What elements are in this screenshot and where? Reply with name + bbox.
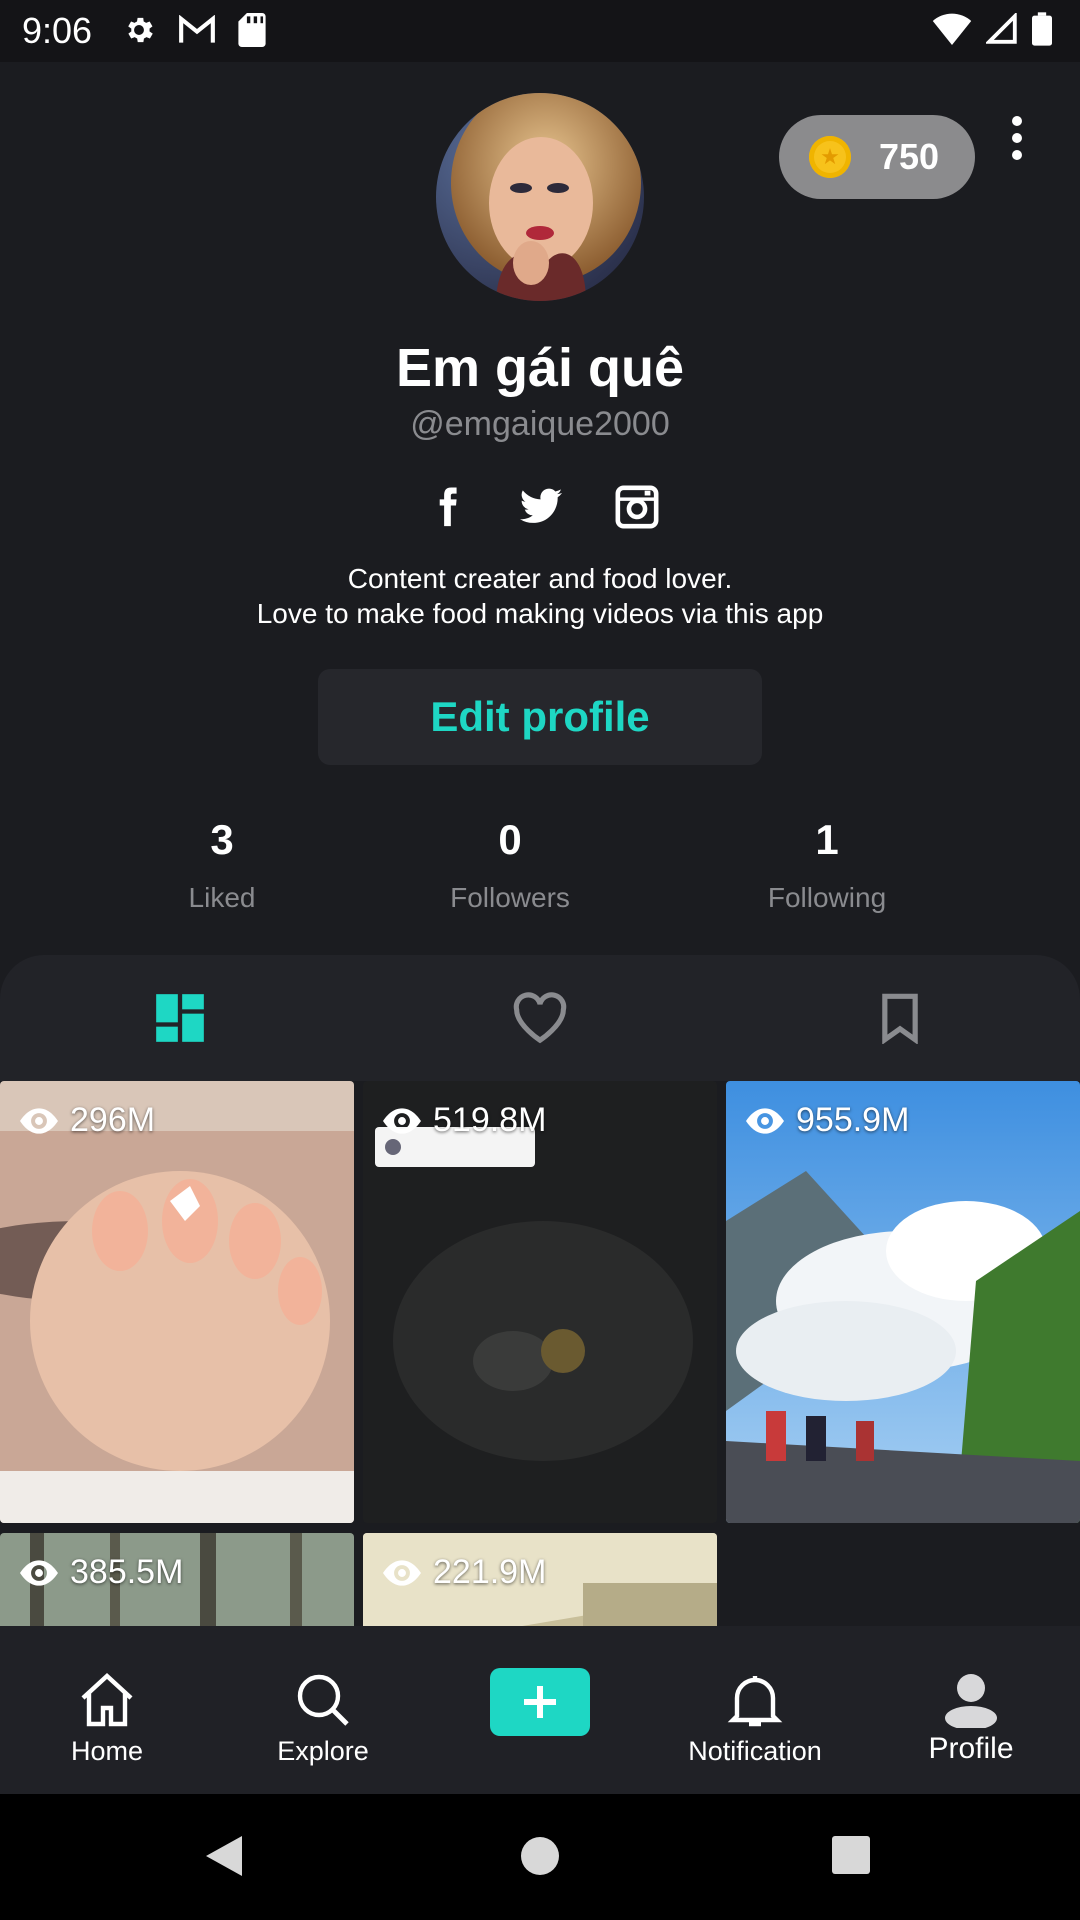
instagram-icon[interactable] bbox=[614, 484, 660, 530]
video-grid: 296M 519.8M 955.9M 385.5M 221.9M bbox=[0, 1081, 1080, 1626]
tab-saved[interactable] bbox=[870, 988, 930, 1048]
view-count-text: 955.9M bbox=[796, 1101, 910, 1139]
bio-line-1: Content creater and food lover. bbox=[347, 563, 733, 594]
eye-icon bbox=[383, 1559, 421, 1586]
stat-value: 3 bbox=[210, 816, 234, 863]
profile-bio: Content creater and food lover. Love to … bbox=[0, 561, 1080, 631]
settings-icon bbox=[128, 17, 153, 43]
stat-label: Liked bbox=[188, 882, 256, 913]
stat-value: 1 bbox=[815, 816, 839, 863]
eye-icon bbox=[20, 1559, 58, 1586]
video-thumbnail[interactable]: 519.8M bbox=[363, 1081, 717, 1523]
nav-home-label: Home bbox=[70, 1736, 144, 1766]
profile-handle: @emgaique2000 bbox=[410, 405, 670, 443]
facebook-icon[interactable] bbox=[424, 484, 470, 530]
nav-profile[interactable]: Profile bbox=[871, 1626, 1071, 1794]
coin-balance-button[interactable]: ★ 750 bbox=[779, 115, 975, 199]
tab-videos[interactable] bbox=[150, 988, 210, 1048]
bell-icon bbox=[727, 1676, 783, 1727]
home-icon bbox=[81, 1673, 133, 1727]
view-count-text: 221.9M bbox=[433, 1553, 547, 1591]
sd-card-icon bbox=[238, 13, 266, 47]
wifi-icon bbox=[932, 13, 972, 45]
nav-explore-label: Explore bbox=[277, 1736, 369, 1766]
home-circle-icon[interactable] bbox=[520, 1836, 560, 1876]
stat-followers[interactable]: 0 Followers bbox=[380, 814, 640, 914]
status-time: 9:06 bbox=[22, 10, 93, 51]
create-video-button[interactable] bbox=[490, 1668, 590, 1736]
nav-notification[interactable]: Notification bbox=[655, 1626, 855, 1794]
view-count-text: 296M bbox=[70, 1101, 156, 1139]
bookmark-icon bbox=[882, 993, 918, 1044]
battery-icon bbox=[1032, 12, 1052, 46]
view-count: 296M bbox=[20, 1101, 155, 1140]
signal-icon bbox=[986, 13, 1017, 44]
grid-icon bbox=[156, 994, 204, 1042]
search-icon bbox=[297, 1674, 349, 1726]
nav-profile-label: Profile bbox=[928, 1732, 1014, 1765]
bio-line-2: Love to make food making videos via this… bbox=[256, 598, 824, 629]
view-count: 221.9M bbox=[383, 1553, 546, 1592]
nav-home[interactable]: Home bbox=[7, 1626, 207, 1794]
stat-label: Following bbox=[767, 882, 887, 913]
nav-explore[interactable]: Explore bbox=[223, 1626, 423, 1794]
profile-name: Em gái quê bbox=[395, 338, 685, 398]
video-thumbnail[interactable]: 955.9M bbox=[726, 1081, 1080, 1523]
view-count: 385.5M bbox=[20, 1553, 183, 1592]
heart-icon bbox=[513, 992, 567, 1044]
status-bar: 9:06 bbox=[0, 0, 1080, 62]
edit-profile-button[interactable]: Edit profile bbox=[318, 669, 762, 765]
profile-icon bbox=[945, 1674, 997, 1728]
stat-following[interactable]: 1 Following bbox=[697, 814, 957, 914]
gmail-icon bbox=[179, 15, 215, 43]
video-thumbnail[interactable]: 221.9M bbox=[363, 1533, 717, 1626]
social-links bbox=[420, 484, 660, 534]
coin-icon: ★ bbox=[809, 136, 851, 178]
more-options-icon[interactable] bbox=[1004, 115, 1030, 161]
recents-icon[interactable] bbox=[832, 1836, 870, 1874]
twitter-icon[interactable] bbox=[518, 484, 564, 530]
eye-icon bbox=[383, 1107, 421, 1134]
stat-value: 0 bbox=[498, 816, 522, 863]
stat-label: Followers bbox=[450, 882, 570, 913]
eye-icon bbox=[746, 1107, 784, 1134]
video-thumbnail[interactable]: 296M bbox=[0, 1081, 354, 1523]
avatar[interactable] bbox=[436, 93, 644, 301]
plus-icon bbox=[524, 1686, 556, 1718]
coin-value: 750 bbox=[879, 136, 940, 177]
stat-liked[interactable]: 3 Liked bbox=[92, 814, 352, 914]
eye-icon bbox=[20, 1107, 58, 1134]
view-count-text: 385.5M bbox=[70, 1553, 184, 1591]
view-count-text: 519.8M bbox=[433, 1101, 547, 1139]
back-icon[interactable] bbox=[204, 1834, 244, 1878]
view-count: 519.8M bbox=[383, 1101, 546, 1140]
system-navigation-bar bbox=[0, 1794, 1080, 1920]
bottom-navigation: Home Explore Notification Profile bbox=[0, 1626, 1080, 1794]
tab-liked[interactable] bbox=[510, 988, 570, 1048]
nav-notification-label: Notification bbox=[688, 1736, 822, 1766]
video-thumbnail[interactable]: 385.5M bbox=[0, 1533, 354, 1626]
content-tabs bbox=[0, 955, 1080, 1085]
view-count: 955.9M bbox=[746, 1101, 909, 1140]
